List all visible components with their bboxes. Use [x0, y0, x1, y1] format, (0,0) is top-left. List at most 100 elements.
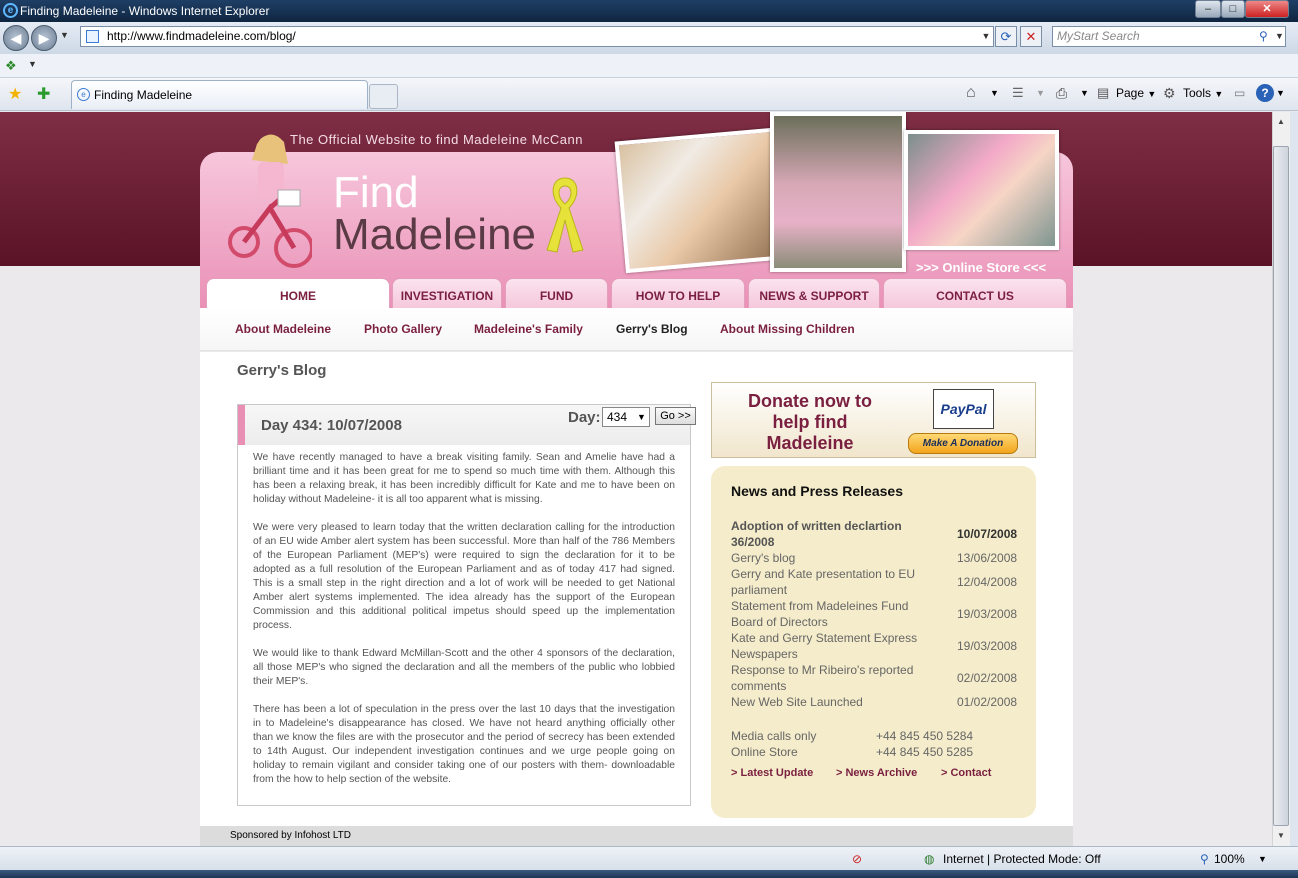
news-item-title: New Web Site Launched: [731, 695, 863, 709]
paypal-logo: PayPal: [933, 389, 994, 429]
news-item-date: 10/07/2008: [957, 527, 1018, 541]
news-item[interactable]: Response to Mr Ribeiro's reported commen…: [731, 662, 1021, 694]
home-dropdown-icon[interactable]: ▼: [990, 84, 999, 102]
zoom-dropdown-icon[interactable]: ▼: [1258, 847, 1267, 871]
news-item-date: 13/06/2008: [957, 551, 1018, 565]
contact-label: Media calls only: [731, 729, 817, 743]
address-bar[interactable]: http://www.findmadeleine.com/blog/: [80, 26, 994, 47]
recent-pages-dropdown-icon[interactable]: ▼: [60, 30, 69, 40]
scrollbar-thumb[interactable]: [1273, 146, 1289, 826]
search-icon[interactable]: ⚲: [1259, 27, 1268, 46]
stop-button[interactable]: ✕: [1020, 26, 1042, 47]
news-item[interactable]: New Web Site Launched 01/02/2008: [731, 694, 1021, 710]
latest-update-link[interactable]: > Latest Update: [731, 767, 813, 779]
toolbar-options-dropdown-icon[interactable]: ▼: [28, 59, 37, 69]
subnav-about-madeleine[interactable]: About Madeleine: [235, 322, 331, 336]
nav-tab-news-support[interactable]: NEWS & SUPPORT: [748, 278, 880, 309]
contact-link[interactable]: > Contact: [941, 767, 991, 779]
home-icon[interactable]: ⌂: [966, 84, 976, 102]
help-icon[interactable]: ?: [1256, 84, 1274, 102]
tools-gear-icon[interactable]: ⚙: [1163, 84, 1176, 102]
news-title: News and Press Releases: [731, 483, 903, 499]
search-options-icon[interactable]: ▼: [1275, 27, 1284, 46]
tools-menu[interactable]: Tools ▼: [1183, 84, 1223, 103]
news-item-title: Kate and Gerry Statement Express Newspap…: [731, 631, 918, 661]
blog-entry-title: Day 434: 10/07/2008: [261, 417, 402, 434]
print-icon[interactable]: ⎙: [1056, 84, 1067, 102]
day-label: Day:: [568, 409, 601, 426]
tab-finding-madeleine[interactable]: e Finding Madeleine: [71, 80, 368, 109]
internet-zone-icon: ◍: [924, 852, 935, 866]
scroll-up-icon[interactable]: ▲: [1273, 114, 1289, 130]
feeds-icon[interactable]: ☰: [1012, 84, 1024, 102]
scroll-down-icon[interactable]: ▼: [1273, 828, 1289, 844]
zoom-level[interactable]: 100%: [1214, 847, 1245, 871]
new-tab-button[interactable]: [369, 84, 398, 109]
news-item[interactable]: Adoption of written declartion 36/2008 1…: [731, 518, 1021, 550]
news-item-date: 01/02/2008: [957, 695, 1018, 709]
news-item[interactable]: Gerry's blog 13/06/2008: [731, 550, 1021, 566]
research-icon[interactable]: ▭: [1234, 84, 1245, 102]
news-item[interactable]: Statement from Madeleines Fund Board of …: [731, 598, 1021, 630]
status-bar: ⊘ ◍ Internet | Protected Mode: Off ⚲ 100…: [0, 846, 1298, 870]
nav-tab-contact-us[interactable]: CONTACT US: [883, 278, 1067, 309]
subnav-photo-gallery[interactable]: Photo Gallery: [364, 322, 442, 336]
security-zone-text[interactable]: Internet | Protected Mode: Off: [943, 847, 1101, 871]
girl-on-bike-image: [228, 134, 312, 268]
forward-button[interactable]: ▶: [31, 25, 57, 51]
refresh-button[interactable]: ⟳: [995, 26, 1017, 47]
news-item-title: Gerry and Kate presentation to EU parlia…: [731, 567, 916, 597]
add-favorite-icon[interactable]: ✚: [37, 84, 50, 104]
site-container: The Official Website to find Madeleine M…: [200, 112, 1073, 846]
day-select-value: 434: [607, 410, 628, 424]
donate-banner[interactable]: Donate now to help find Madeleine PayPal…: [711, 382, 1036, 458]
favorites-star-icon[interactable]: ★: [8, 84, 22, 104]
site-footer: Sponsored by Infohost LTD: [200, 826, 1073, 846]
subnav-madeleines-family[interactable]: Madeleine's Family: [474, 322, 583, 336]
page-menu[interactable]: Page ▼: [1116, 84, 1156, 103]
news-item-date: 19/03/2008: [957, 639, 1018, 653]
popup-blocker-icon[interactable]: ⊘: [852, 847, 862, 871]
news-item-title: Statement from Madeleines Fund Board of …: [731, 599, 909, 629]
address-dropdown-icon[interactable]: ▼: [979, 27, 993, 46]
contact-store: Online Store +44 845 450 5285: [731, 745, 1021, 761]
yellow-ribbon-icon: [546, 177, 584, 253]
minimize-button[interactable]: –: [1195, 0, 1221, 18]
go-button[interactable]: Go >>: [655, 407, 696, 425]
subnav-gerrys-blog[interactable]: Gerry's Blog: [616, 322, 688, 336]
search-input[interactable]: MyStart Search ⚲ ▼: [1052, 26, 1286, 47]
page-icon: [86, 30, 99, 43]
day-select[interactable]: 434 ▼: [602, 407, 650, 427]
blog-entry-header: Day 434: 10/07/2008 Day: 434 ▼ Go >>: [238, 405, 696, 445]
online-store-link[interactable]: >>> Online Store <<<: [916, 260, 1046, 275]
news-item[interactable]: Kate and Gerry Statement Express Newspap…: [731, 630, 1021, 662]
maximize-button[interactable]: □: [1221, 0, 1245, 18]
day-select-dropdown-icon: ▼: [637, 412, 646, 422]
nav-tab-home[interactable]: HOME: [206, 278, 390, 309]
feeds-dropdown-icon[interactable]: ▼: [1036, 84, 1045, 102]
subnav-about-missing-children[interactable]: About Missing Children: [720, 322, 855, 336]
back-button[interactable]: ◀: [3, 25, 29, 51]
news-item-date: 02/02/2008: [957, 671, 1018, 685]
nav-tab-how-to-help[interactable]: HOW TO HELP: [611, 278, 745, 309]
news-item[interactable]: Gerry and Kate presentation to EU parlia…: [731, 566, 1021, 598]
print-dropdown-icon[interactable]: ▼: [1080, 84, 1089, 102]
window-title: Finding Madeleine - Windows Internet Exp…: [20, 4, 270, 18]
blog-paragraph: We were very pleased to learn today that…: [253, 522, 675, 631]
ie-icon: e: [3, 3, 18, 18]
close-window-button[interactable]: ✕: [1245, 0, 1289, 18]
nav-tab-investigation[interactable]: INVESTIGATION: [392, 278, 502, 309]
page-menu-dropdown-icon: ▼: [1147, 89, 1157, 99]
donate-text: Donate now to help find Madeleine: [748, 391, 872, 453]
help-dropdown-icon[interactable]: ▼: [1276, 84, 1285, 102]
nav-tab-fund[interactable]: FUND: [505, 278, 608, 309]
madeleine-photo-standing: [770, 112, 906, 272]
page-menu-icon[interactable]: ▤: [1097, 84, 1109, 102]
make-donation-button[interactable]: Make A Donation: [908, 433, 1018, 454]
tab-title: Finding Madeleine: [94, 88, 193, 102]
toolbar-options-icon[interactable]: ❖: [5, 58, 17, 74]
news-archive-link[interactable]: > News Archive: [836, 767, 917, 779]
news-item-date: 12/04/2008: [957, 575, 1018, 589]
contact-phone: +44 845 450 5285: [876, 745, 974, 759]
madeleine-photo-hat: [614, 126, 796, 274]
